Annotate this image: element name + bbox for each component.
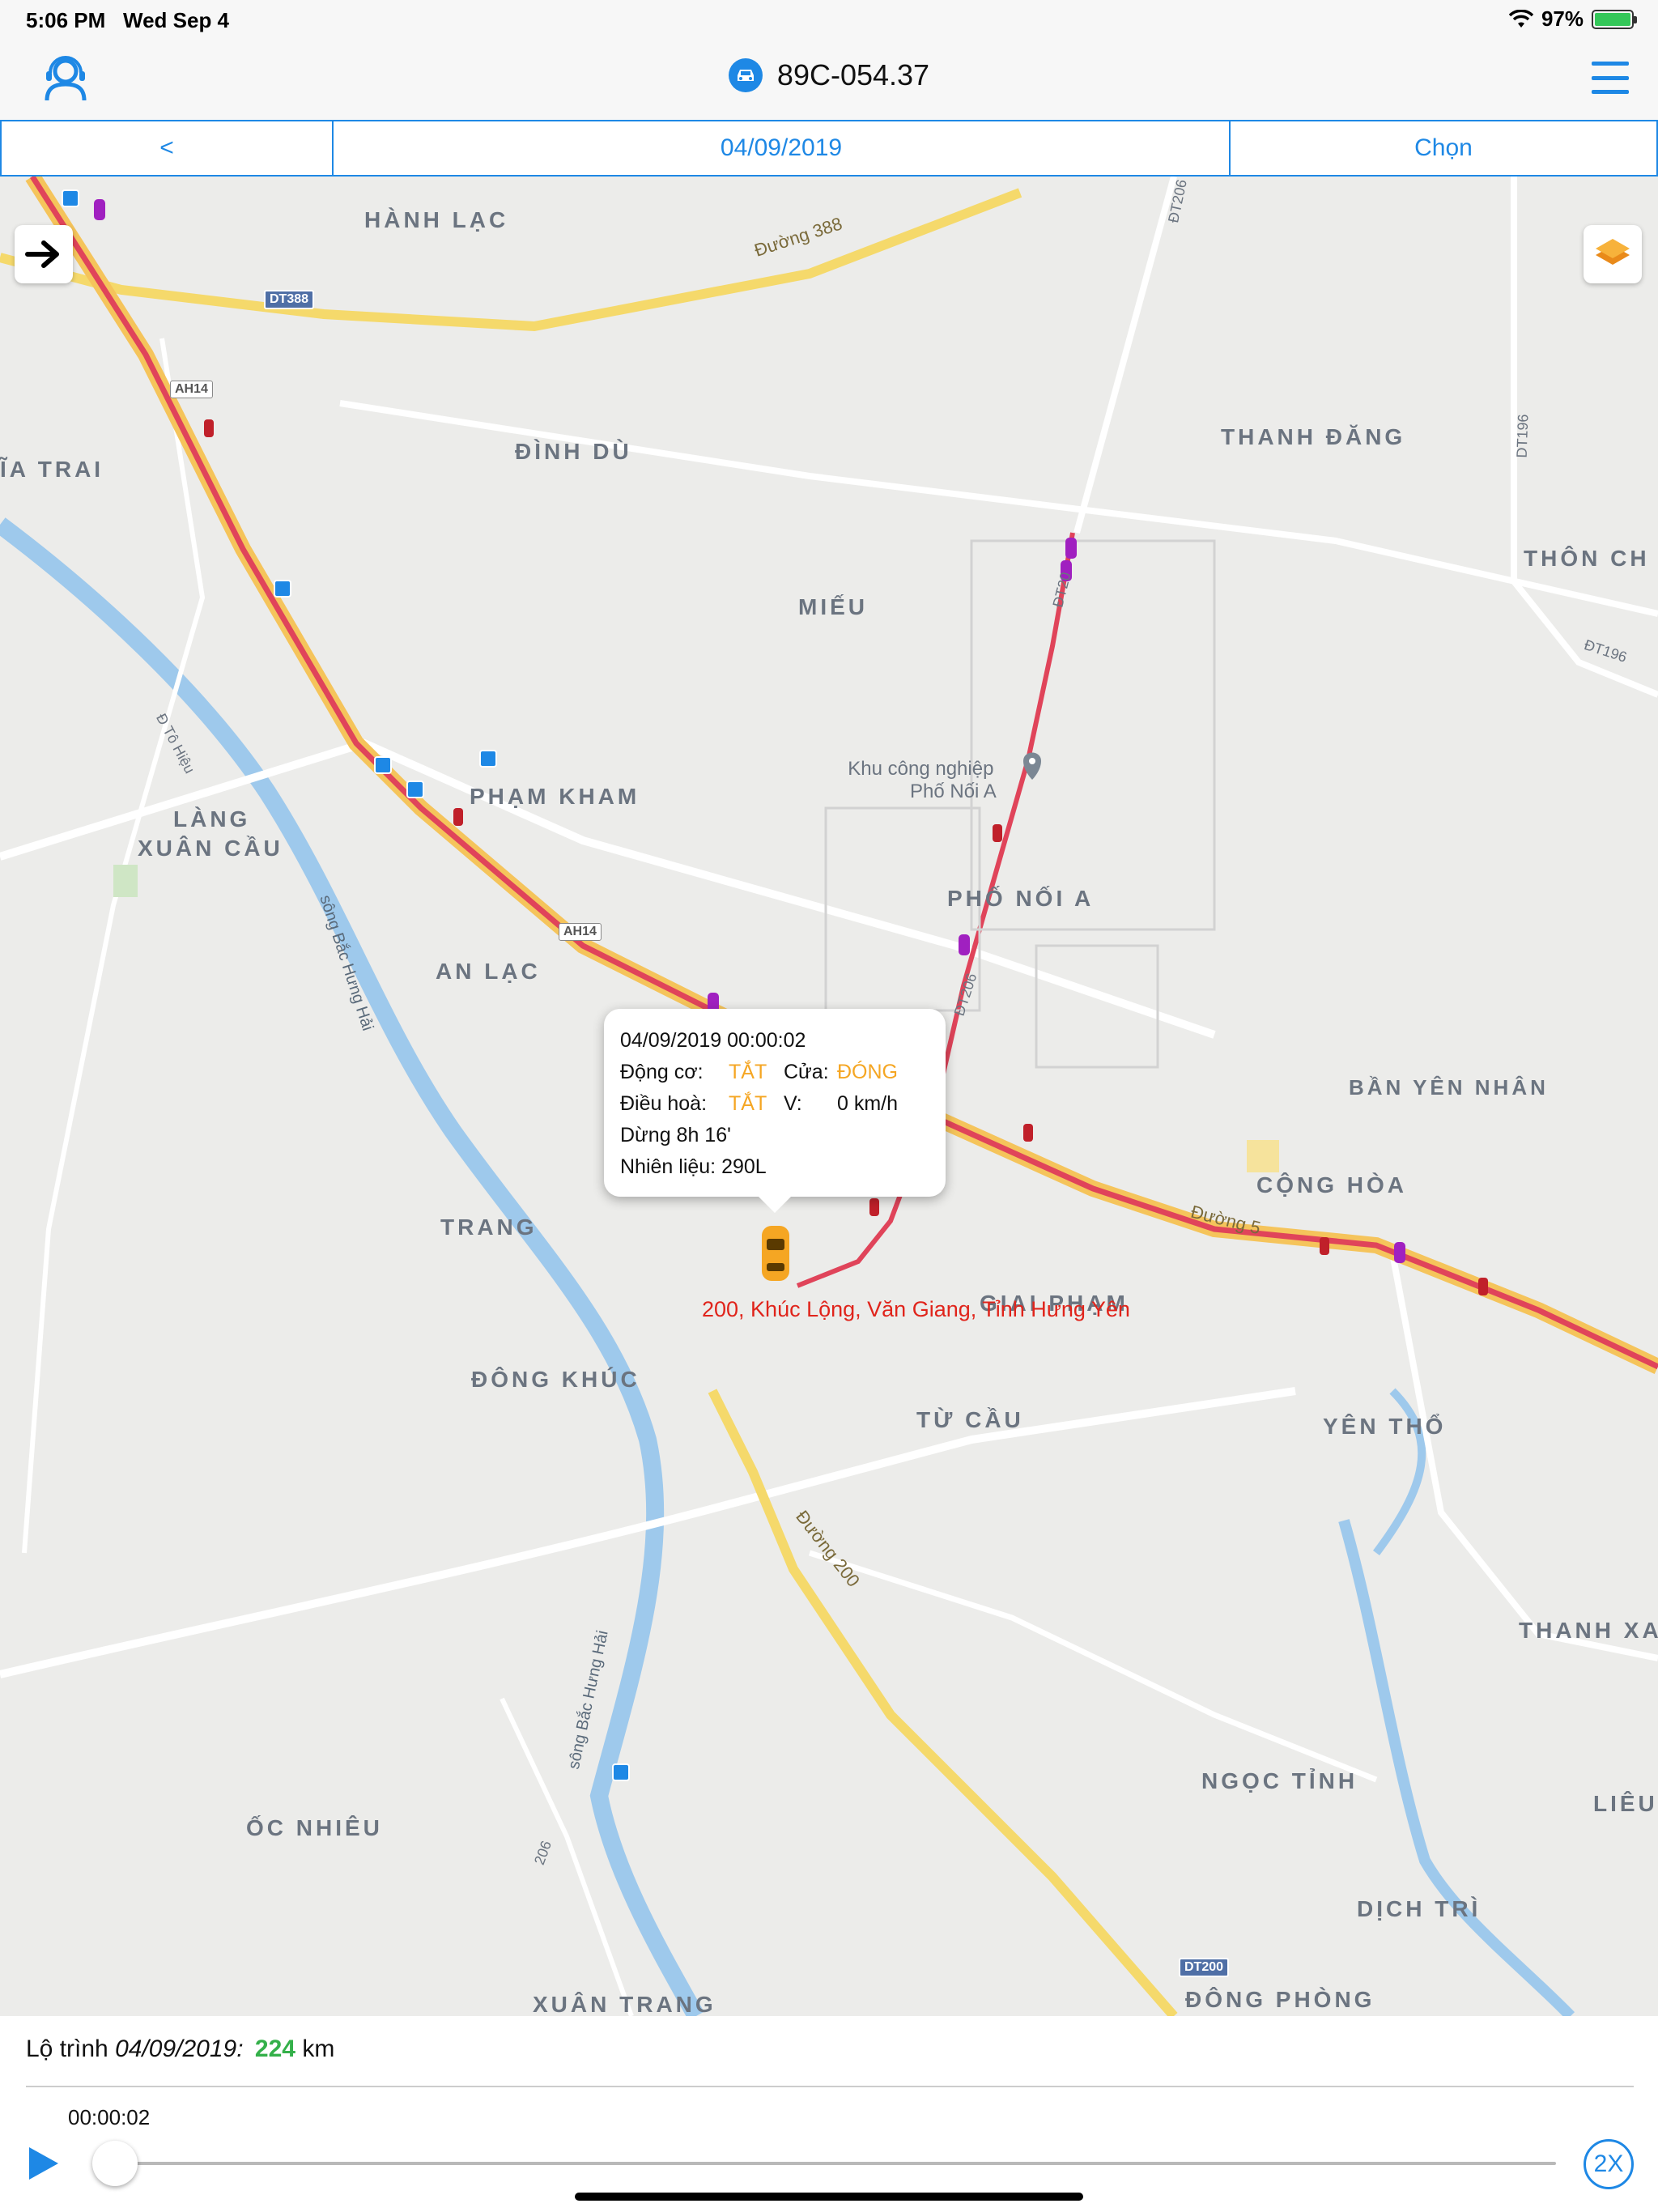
place-label: PHỐ NỐI A [947, 886, 1095, 911]
popup-timestamp: 04/09/2019 00:00:02 [620, 1029, 806, 1052]
place-label: ĨA TRAI [0, 457, 104, 482]
road-shield: DT388 [264, 290, 315, 309]
home-indicator [575, 2193, 1083, 2201]
map-view[interactable]: HÀNH LẠC ĐÌNH DÙ THANH ĐĂNG ĨA TRAI THÔN… [0, 177, 1658, 2016]
place-label: TRANG [440, 1214, 538, 1240]
place-label: BẦN YÊN NHÂN [1349, 1075, 1549, 1100]
vehicle-plate: 89C-054.37 [776, 58, 930, 91]
stop-duration: Dừng 8h 16' [620, 1124, 731, 1146]
place-label: LÀNG [173, 806, 251, 832]
poi-label: Khu công nghiệp Phố Nối A [845, 758, 997, 803]
route-summary: Lộ trình 04/09/2019: 224 km [26, 2035, 334, 2063]
place-label: ĐÔNG PHÒNG [1185, 1987, 1375, 2012]
road-shield: DT200 [1179, 1958, 1230, 1977]
popup-box: 04/09/2019 00:00:02 Động cơ: TẮT Cửa: ĐÓ… [604, 1009, 946, 1197]
app-screen: 5:06 PM Wed Sep 4 97% 89C-054.37 < 04/09… [0, 0, 1658, 2212]
playback-panel: Lộ trình 04/09/2019: 224 km 00:00:02 2X [0, 2016, 1658, 2212]
status-bar: 5:06 PM Wed Sep 4 97% [0, 0, 1658, 39]
poi-line-2: Phố Nối A [910, 781, 997, 802]
road-shield: AH14 [170, 381, 213, 398]
fuel-level: Nhiên liệu: 290L [620, 1155, 767, 1178]
elapsed-time: 00:00:02 [68, 2105, 151, 2129]
ac-label: Điều hoà: [620, 1092, 708, 1115]
speed-value: 0 km/h [837, 1092, 899, 1115]
bus-stop-icon [406, 781, 424, 798]
car-icon [728, 58, 763, 92]
bus-stop-icon [612, 1763, 630, 1781]
arrow-right-icon[interactable] [15, 225, 73, 283]
road-label: DT196 [1513, 414, 1532, 458]
route-label: Lộ trình [26, 2035, 108, 2062]
place-label: CỘNG HÒA [1256, 1172, 1407, 1197]
route-distance-unit: km [302, 2035, 335, 2062]
ac-value: TẮT [729, 1092, 767, 1115]
status-date: Wed Sep 4 [123, 8, 230, 32]
playback-slider-thumb[interactable] [92, 2141, 138, 2186]
date-selector: < 04/09/2019 Chọn [0, 120, 1658, 177]
battery-icon [1592, 9, 1637, 29]
popup-arrow [757, 1195, 793, 1213]
status-time: 5:06 PM [26, 8, 106, 32]
selected-date[interactable]: 04/09/2019 [334, 121, 1231, 175]
nav-bar: 89C-054.37 [0, 39, 1658, 120]
bus-stop-icon [374, 756, 392, 774]
prev-day-button[interactable]: < [2, 121, 334, 175]
menu-icon[interactable] [1592, 62, 1629, 94]
playback-slider-track[interactable] [112, 2162, 1556, 2165]
place-label: TỪ CẦU [916, 1407, 1024, 1432]
play-icon[interactable] [26, 2144, 62, 2183]
place-label: ĐÌNH DÙ [515, 439, 632, 464]
door-label: Cửa: [784, 1061, 829, 1083]
divider [26, 2086, 1634, 2087]
wifi-icon [1508, 9, 1533, 28]
place-label: DỊCH TRÌ [1357, 1896, 1482, 1921]
place-label: THANH XA [1519, 1618, 1658, 1643]
engine-label: Động cơ: [620, 1061, 704, 1083]
bus-stop-icon [274, 580, 291, 598]
place-label: HÀNH LẠC [364, 207, 509, 232]
bus-stop-icon [479, 750, 497, 768]
place-label: THANH ĐĂNG [1221, 424, 1406, 449]
place-label: PHẠM KHAM [470, 784, 640, 809]
layers-icon[interactable] [1584, 225, 1642, 283]
place-label: XUÂN CẦU [138, 836, 283, 861]
playback-speed-button[interactable]: 2X [1584, 2139, 1634, 2189]
engine-value: TẮT [729, 1061, 767, 1083]
route-date: 04/09/2019: [115, 2035, 244, 2062]
road-shield: AH14 [559, 923, 602, 941]
route-distance: 224 [254, 2035, 295, 2062]
popup-row-engine: Động cơ: TẮT Cửa: ĐÓNG [620, 1057, 929, 1088]
place-label: NGỌC TỈNH [1201, 1768, 1358, 1793]
door-value: ĐÓNG [837, 1061, 898, 1083]
poi-line-1: Khu công nghiệp [848, 758, 994, 780]
place-label: MIẾU [798, 594, 868, 619]
place-label: AN LẠC [436, 959, 541, 984]
bus-stop-icon [62, 189, 79, 207]
place-label: YÊN THỔ [1323, 1414, 1447, 1439]
vehicle-title: 89C-054.37 [0, 58, 1658, 92]
place-label: THÔN CH [1524, 546, 1650, 571]
status-right: 97% [1508, 6, 1637, 32]
place-label: LIÊU [1593, 1791, 1658, 1816]
speed-label: V: [784, 1092, 802, 1115]
popup-row-ac: Điều hoà: TẮT V: 0 km/h [620, 1088, 929, 1120]
choose-date-button[interactable]: Chọn [1231, 121, 1656, 175]
battery-percent: 97% [1541, 6, 1584, 31]
vehicle-address: 200, Khúc Lộng, Văn Giang, Tỉnh Hưng Yên [702, 1297, 1130, 1321]
place-label: XUÂN TRANG [533, 1992, 716, 2016]
place-label: ỐC NHIÊU [246, 1815, 383, 1840]
